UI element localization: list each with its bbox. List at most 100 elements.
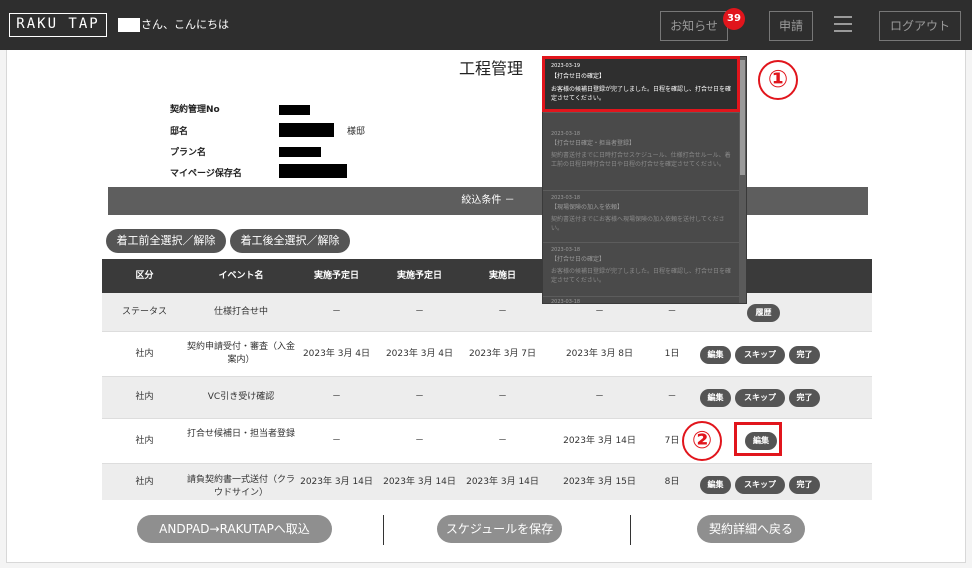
- greeting-text: さん、こんにちは: [141, 18, 229, 31]
- mypage-label: マイページ保存名: [170, 169, 242, 179]
- row-date-1: －: [331, 392, 341, 402]
- row-date-4: －: [594, 307, 604, 317]
- row-date-3: 2023年 3月 7日: [468, 349, 537, 359]
- notification-body: お客様の候補日登録が完了しました。日程を確認し、打合せ日を確定させてください。: [551, 268, 732, 284]
- row-category: ステータス: [121, 307, 167, 317]
- row-date-2: －: [414, 436, 424, 446]
- notice-button[interactable]: お知らせ: [660, 11, 728, 41]
- row-event: 仕様打合せ中: [213, 307, 268, 317]
- row-date-3: －: [497, 392, 507, 402]
- row-category: 社内: [135, 349, 154, 359]
- contract-no-label: 契約管理No: [170, 105, 220, 115]
- raku-tap-logo[interactable]: RAKU TAP: [9, 13, 107, 37]
- plan-redacted: [279, 147, 321, 157]
- notification-title: 【現場保険の加入を依頼】: [551, 204, 624, 211]
- annotation-highlight-2: [734, 422, 782, 456]
- logout-button[interactable]: ログアウト: [879, 11, 961, 41]
- notification-title: 【打合せ日の確定】: [551, 256, 606, 263]
- skip-button[interactable]: スキップ: [735, 476, 785, 494]
- row-category: 社内: [135, 436, 154, 446]
- complete-button[interactable]: 完了: [789, 476, 820, 494]
- skip-button[interactable]: スキップ: [735, 346, 785, 364]
- row-event: 打合せ候補日・担当者登録: [187, 429, 296, 439]
- footer-divider: [383, 515, 384, 545]
- notification-title: 【打合せ日確定・担当者登録】: [551, 140, 636, 147]
- row-days: 8日: [664, 477, 680, 487]
- complete-button[interactable]: 完了: [789, 389, 820, 407]
- skip-button[interactable]: スキップ: [735, 389, 785, 407]
- table-row: 社内 契約申請受付・審査（入金案内） 2023年 3月 4日 2023年 3月 …: [102, 332, 872, 377]
- annotation-marker-2: ②: [682, 421, 722, 461]
- name-suffix: 様邸: [347, 127, 366, 137]
- row-days: －: [667, 307, 677, 317]
- row-date-4: 2023年 3月 15日: [563, 477, 636, 487]
- plan-label: プラン名: [170, 148, 207, 158]
- row-category: 社内: [135, 477, 154, 487]
- row-date-3: 2023年 3月 14日: [466, 477, 539, 487]
- notification-body: 契約書送付までにお客様へ現場保険の加入依頼を送付してください。: [551, 216, 725, 232]
- row-date-1: －: [331, 436, 341, 446]
- col-event: イベント名: [218, 271, 264, 281]
- main-panel: 工程管理 契約管理No 邸名 様邸 プラン名 マイページ保存名 絞込条件 － 着…: [6, 50, 966, 563]
- row-event: 請負契約書一式送付（クラウドサイン）: [187, 475, 296, 498]
- table-row: ステータス 仕様打合せ中 － － － － － 履歴: [102, 293, 872, 332]
- notification-item[interactable]: 2023-03-18 【現場保険の加入を依頼】 契約書送付までにお客様へ現場保険…: [543, 193, 740, 243]
- notification-date: 2023-03-18: [551, 195, 581, 201]
- complete-button[interactable]: 完了: [789, 346, 820, 364]
- select-before-button[interactable]: 着工前全選択／解除: [106, 229, 226, 253]
- select-after-button[interactable]: 着工後全選択／解除: [230, 229, 350, 253]
- notification-item[interactable]: 2023-03-18 【打合せ日確定・担当者登録】 契約書送付までに日時打合せス…: [543, 129, 740, 191]
- page-title: 工程管理: [459, 59, 524, 78]
- edit-button[interactable]: 編集: [700, 389, 731, 407]
- footer-divider: [630, 515, 631, 545]
- row-date-2: 2023年 3月 14日: [383, 477, 456, 487]
- col-planned-1: 実施予定日: [313, 271, 359, 281]
- notification-item[interactable]: 2023-03-18: [543, 298, 740, 304]
- edit-button[interactable]: 編集: [700, 346, 731, 364]
- annotation-marker-1: ①: [758, 60, 798, 100]
- row-date-1: 2023年 3月 14日: [300, 477, 373, 487]
- name-label: 邸名: [170, 127, 189, 137]
- user-name-redacted: [118, 18, 140, 32]
- top-header: RAKU TAP さん、こんにちは お知らせ 39 申請 ログアウト: [0, 0, 972, 50]
- col-planned-2: 実施予定日: [396, 271, 442, 281]
- notice-count-badge: 39: [723, 8, 745, 30]
- contract-no-redacted: [279, 105, 310, 115]
- annotation-highlight-1: [542, 56, 740, 112]
- row-date-4: 2023年 3月 8日: [565, 349, 634, 359]
- row-date-1: 2023年 3月 4日: [302, 349, 371, 359]
- row-event: VC引き受け確認: [207, 392, 275, 402]
- notification-date: 2023-03-18: [551, 299, 581, 304]
- row-date-4: 2023年 3月 14日: [563, 436, 636, 446]
- row-date-2: 2023年 3月 4日: [385, 349, 454, 359]
- edit-button[interactable]: 編集: [700, 476, 731, 494]
- row-days: －: [667, 392, 677, 402]
- hamburger-menu-icon[interactable]: [834, 16, 852, 32]
- row-category: 社内: [135, 392, 154, 402]
- col-category: 区分: [135, 271, 154, 281]
- col-done-date: 実施日: [488, 271, 516, 281]
- row-date-3: －: [497, 307, 507, 317]
- row-date-3: －: [497, 436, 507, 446]
- filter-bar[interactable]: 絞込条件 －: [108, 187, 868, 215]
- name-redacted: [279, 123, 334, 137]
- notification-date: 2023-03-18: [551, 131, 581, 137]
- history-button[interactable]: 履歴: [747, 304, 780, 322]
- mypage-redacted: [279, 164, 347, 178]
- notification-date: 2023-03-18: [551, 247, 581, 253]
- andpad-import-button[interactable]: ANDPAD→RAKUTAPへ取込: [137, 515, 332, 543]
- row-date-4: －: [594, 392, 604, 402]
- row-date-1: －: [331, 307, 341, 317]
- table-row: 社内 VC引き受け確認 － － － － － 編集 スキップ 完了: [102, 377, 872, 419]
- apply-button[interactable]: 申請: [769, 11, 813, 41]
- row-date-2: －: [414, 392, 424, 402]
- row-date-2: －: [414, 307, 424, 317]
- notification-scroll-thumb[interactable]: [740, 60, 745, 175]
- row-days: 1日: [664, 349, 680, 359]
- notification-item[interactable]: 2023-03-18 【打合せ日の確定】 お客様の候補日登録が完了しました。日程…: [543, 245, 740, 297]
- row-event: 契約申請受付・審査（入金案内）: [187, 342, 296, 365]
- app-window: RAKU TAP さん、こんにちは お知らせ 39 申請 ログアウト 工程管理 …: [0, 0, 972, 568]
- save-schedule-button[interactable]: スケジュールを保存: [437, 515, 562, 543]
- table-header: 区分 イベント名 実施予定日 実施予定日 実施日: [102, 259, 872, 293]
- back-to-contract-button[interactable]: 契約詳細へ戻る: [697, 515, 805, 543]
